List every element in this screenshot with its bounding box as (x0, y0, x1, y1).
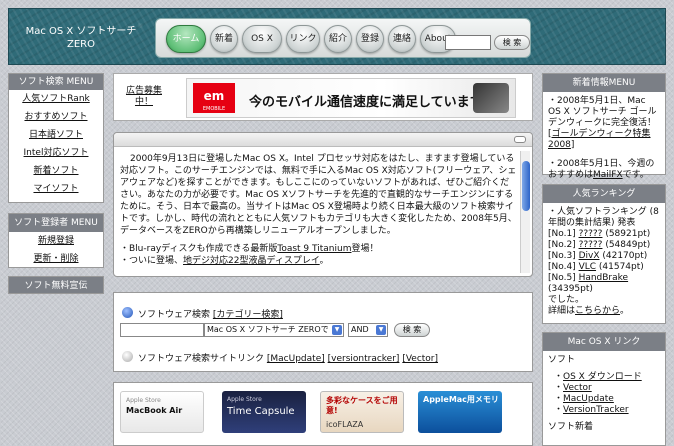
keyword-input[interactable] (120, 323, 204, 337)
collapse-icon[interactable] (514, 136, 526, 143)
macbook-air-banner[interactable]: Apple Store MacBook Air (120, 391, 204, 433)
free-ad-panel: ソフト無料宣伝 (8, 276, 104, 294)
header-search-input[interactable] (445, 35, 491, 50)
rank-item: [No.2] ????? (54849pt) (548, 240, 651, 250)
intro-bullet: ・Blu-rayディスクも作成できる最新版Toast 9 Titanium登場！ (120, 244, 379, 254)
emobile-banner[interactable]: em EMOBILE 今のモバイル通信速度に満足していますか? (186, 78, 516, 118)
intro-paragraph: 2000年9月13日に登場したMac OS X。Intel プロセッサ対応をはた… (120, 154, 517, 236)
site-title[interactable]: Mac OS X ソフトサーチ ZERO (21, 25, 141, 51)
intro-titlebar (114, 133, 532, 147)
menu-recommended[interactable]: おすすめソフト (9, 108, 103, 126)
macupdate-link[interactable]: [MacUpdate] (267, 354, 325, 364)
site-link-radio-icon[interactable] (122, 351, 133, 362)
phone-image (473, 83, 509, 113)
news-item: ・2008年5月1日、Mac OS X ソフトサーチ ゴールデンウィークに完全復… (548, 96, 657, 150)
search-radio-icon[interactable] (122, 307, 133, 318)
nav-osx[interactable]: OS X (242, 25, 282, 53)
menu-new[interactable]: 新着ソフト (9, 162, 103, 180)
registrant-menu-title: ソフト登録者 MENU (9, 214, 103, 232)
menu-update-delete[interactable]: 更新・削除 (9, 250, 103, 268)
chevron-down-icon: ▼ (332, 325, 342, 335)
menu-my-software[interactable]: マイソフト (9, 180, 103, 198)
intro-text: 2000年9月13日に登場したMac OS X。Intel プロセッサ対応をはた… (120, 153, 518, 267)
osx-links-panel: Mac OS X リンク ソフト ・OS X ダウンロード ・Vector ・M… (542, 332, 666, 446)
scrollbar-thumb[interactable] (522, 161, 530, 211)
software-search-panel: ソフトウェア検索 [カテゴリー検索] Mac OS X ソフトサーチ ZEROで… (113, 292, 533, 372)
ad-box: 広告募集中！ em EMOBILE 今のモバイル通信速度に満足していますか? (113, 73, 533, 121)
display-link[interactable]: 地デジ対応22型液晶ディスプレイ (183, 256, 320, 266)
search-menu: ソフト検索 MENU 人気ソフトRank おすすめソフト 日本語ソフト Inte… (8, 73, 104, 203)
menu-popular[interactable]: 人気ソフトRank (9, 90, 103, 108)
ranking-text: ・人気ソフトランキング (8年間の集計結果) 発表 [No.1] ????? (… (548, 207, 659, 316)
emobile-logo-mark: em (203, 89, 225, 103)
nav-link[interactable]: リンク (286, 25, 320, 53)
menu-japanese[interactable]: 日本語ソフト (9, 126, 103, 144)
mailfx-link[interactable]: MailFX (593, 170, 623, 180)
toast-link[interactable]: Toast 9 Titanium (277, 244, 351, 254)
intro-panel: 2000年9月13日に登場したMac OS X。Intel プロセッサ対応をはた… (113, 132, 533, 277)
site-select[interactable]: Mac OS X ソフトサーチ ZEROで ▼ (204, 323, 344, 337)
emobile-logo: em EMOBILE (193, 83, 235, 113)
osx-download-link[interactable]: OS X ダウンロード (563, 372, 642, 382)
header: Mac OS X ソフトサーチ ZERO ホーム 新着 OS X リンク 紹介 … (8, 8, 666, 65)
nav-home[interactable]: ホーム (166, 25, 206, 53)
menu-new-register[interactable]: 新規登録 (9, 232, 103, 250)
rank-item: [No.5] HandBrake (34395pt) (548, 273, 629, 294)
nav-new[interactable]: 新着 (210, 25, 238, 53)
ranking-title: 人気ランキング (543, 185, 665, 203)
software-search-label: ソフトウェア検索 [カテゴリー検索] (138, 310, 283, 320)
ranking-detail-link[interactable]: こちらから (575, 306, 620, 316)
macupdate-link[interactable]: MacUpdate (563, 394, 614, 404)
news-title: 新着情報MENU (543, 74, 665, 92)
time-capsule-banner[interactable]: Apple Store Time Capsule (222, 391, 306, 433)
rank-item: [No.3] DivX (42170pt) (548, 251, 648, 261)
search-site-links: ソフトウェア検索サイトリンク [MacUpdate] [versiontrack… (138, 354, 439, 364)
chevron-down-icon: ▼ (376, 325, 386, 335)
memory-banner[interactable]: AppleMac用メモリ (418, 391, 502, 433)
osx-links-title: Mac OS X リンク (543, 333, 665, 351)
nav-contact[interactable]: 連絡 (388, 25, 416, 53)
search-menu-title: ソフト検索 MENU (9, 74, 103, 90)
versiontracker-link[interactable]: VersionTracker (563, 405, 629, 415)
news-item: ・2008年5月1日、今週のおすすめはMailFXです。 (548, 159, 655, 180)
rank-item: [No.4] VLC (41574pt) (548, 262, 644, 272)
ad-text: 今のモバイル通信速度に満足していますか? (249, 95, 504, 110)
operator-select[interactable]: AND ▼ (348, 323, 388, 337)
news-panel: 新着情報MENU ・2008年5月1日、Mac OS X ソフトサーチ ゴールデ… (542, 73, 666, 180)
vector-link[interactable]: [Vector] (402, 354, 438, 364)
menu-intel[interactable]: Intel対応ソフト (9, 144, 103, 162)
nav-intro[interactable]: 紹介 (324, 25, 352, 53)
nav-register[interactable]: 登録 (356, 25, 384, 53)
intro-bullet: ・ついに登場、地デジ対応22型液晶ディスプレイ。 (120, 256, 329, 266)
header-search-button[interactable]: 検 索 (494, 35, 530, 50)
ranking-panel: 人気ランキング ・人気ソフトランキング (8年間の集計結果) 発表 [No.1]… (542, 184, 666, 324)
golden-week-link[interactable]: ゴールデンウィーク特集 2008 (548, 129, 651, 150)
search-button[interactable]: 検 索 (394, 323, 430, 337)
banner-strip: Apple Store MacBook Air Apple Store Time… (113, 382, 533, 446)
vector-link[interactable]: Vector (563, 383, 592, 393)
versiontracker-link[interactable]: [versiontracker] (328, 354, 400, 364)
osx-links-body: ソフト ・OS X ダウンロード ・Vector ・MacUpdate ・Ver… (548, 355, 642, 432)
emobile-logo-sub: EMOBILE (202, 106, 226, 112)
category-search-link[interactable]: [カテゴリー検索] (213, 310, 283, 320)
scrollbar[interactable] (520, 151, 530, 273)
free-ad-title: ソフト無料宣伝 (8, 276, 104, 294)
case-banner[interactable]: 多彩なケースをご用意! icoFLAZA (320, 391, 404, 433)
registrant-menu: ソフト登録者 MENU 新規登録 更新・削除 (8, 213, 104, 268)
ad-recruit-link[interactable]: 広告募集中！ (122, 86, 166, 108)
rank-item: [No.1] ????? (58921pt) (548, 229, 651, 239)
